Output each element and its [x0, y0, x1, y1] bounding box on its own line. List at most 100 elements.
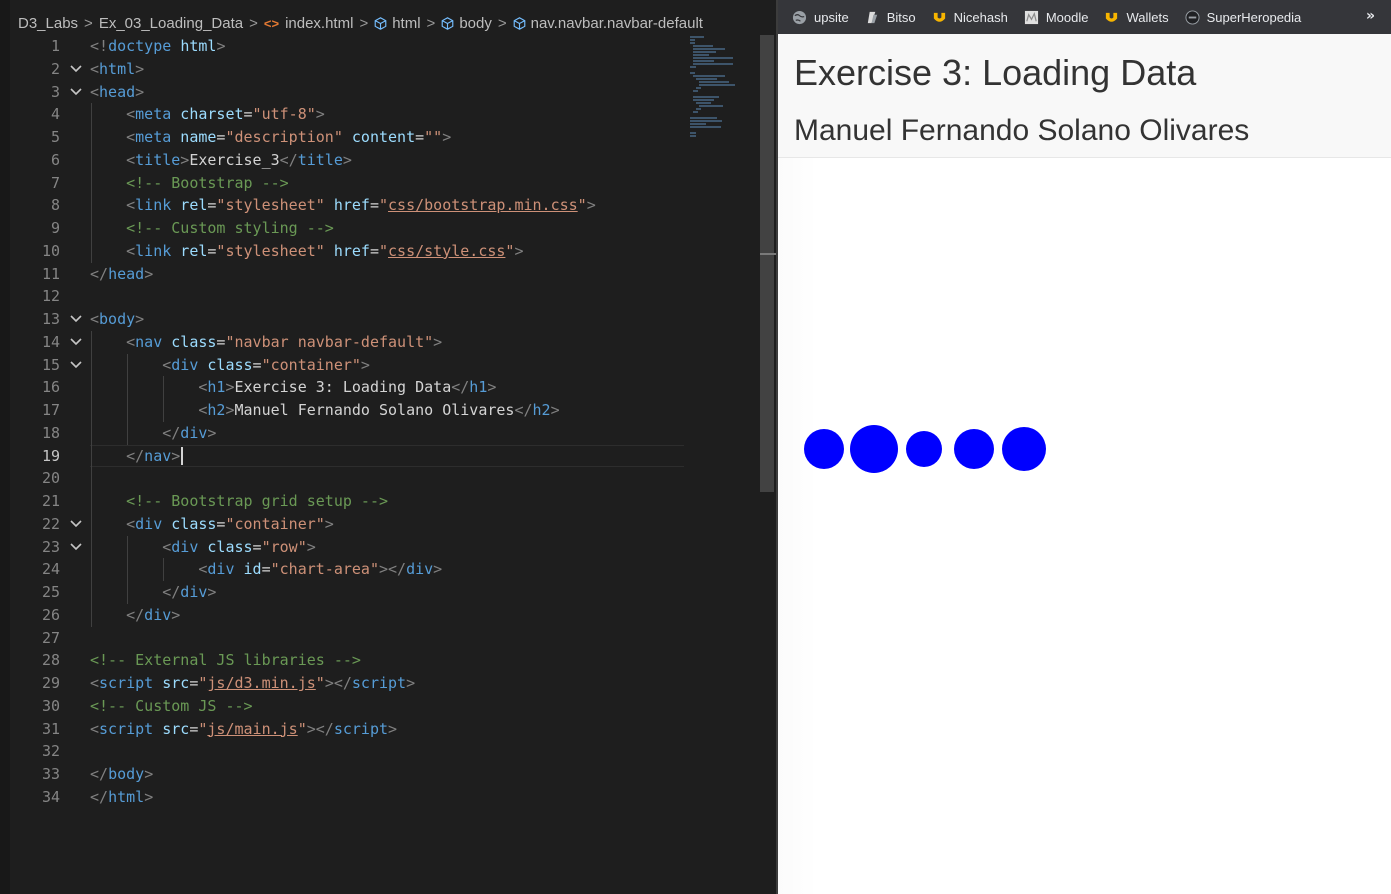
code-token: > — [171, 605, 181, 624]
code-line[interactable]: 32 — [10, 740, 760, 763]
code-line[interactable]: 13 <body> — [10, 308, 760, 331]
breadcrumb-item[interactable]: nav.navbar.navbar-default — [513, 15, 703, 32]
code-line[interactable]: 27 — [10, 627, 760, 650]
bookmark-moodle[interactable]: Moodle — [1024, 10, 1088, 25]
code-line[interactable]: 22 <div class="container"> — [10, 513, 760, 536]
code-line[interactable]: 19 </nav> — [10, 444, 760, 468]
cube-icon — [513, 16, 526, 30]
line-number: 19 — [41, 446, 60, 465]
code-token: title — [135, 150, 181, 169]
code-token: nav — [135, 332, 163, 351]
code-line[interactable]: 25 </div> — [10, 581, 760, 604]
breadcrumb-label: nav.navbar.navbar-default — [530, 14, 703, 32]
code-line[interactable]: 21 <!-- Bootstrap grid setup --> — [10, 490, 760, 513]
code-text: <!-- Bootstrap grid setup --> — [126, 490, 388, 513]
minimap-line — [690, 117, 717, 119]
code-line[interactable]: 6 <title>Exercise_3</title> — [10, 149, 760, 172]
code-area[interactable]: 1 <!doctype html> 2 <html> 3 <head> 4 <meta cha… — [10, 35, 760, 809]
code-line[interactable]: 11 </head> — [10, 263, 760, 286]
bookmark-nicehash[interactable]: Nicehash — [932, 10, 1008, 25]
code-line[interactable]: 33 </body> — [10, 763, 760, 786]
breadcrumb-item[interactable]: html — [374, 15, 421, 32]
editor-scrollbar-thumb[interactable] — [760, 35, 774, 492]
code-line[interactable]: 14 <nav class="navbar navbar-default"> — [10, 331, 760, 354]
code-line[interactable]: 15 <div class="container"> — [10, 354, 760, 377]
indent-guide — [163, 376, 165, 422]
code-line[interactable]: 1 <!doctype html> — [10, 35, 760, 58]
code-line[interactable]: 24 <div id="chart-area"></div> — [10, 558, 760, 581]
bookmark-bitso[interactable]: Bitso — [865, 10, 916, 25]
code-line[interactable]: 2 <html> — [10, 58, 760, 81]
code-token: < — [126, 332, 136, 351]
bookmarks-overflow-button[interactable]: » — [1366, 8, 1375, 24]
code-editor[interactable]: D3_Labs > Ex_03_Loading_Data > <> index.html >… — [0, 0, 776, 894]
code-token: </ — [451, 378, 470, 397]
code-line[interactable]: 4 <meta charset="utf-8"> — [10, 103, 760, 126]
minimap-line — [696, 78, 717, 80]
fold-chevron-icon[interactable] — [68, 308, 84, 332]
code-token: div — [171, 355, 199, 374]
code-text: <div class="row"> — [162, 536, 316, 559]
minimap[interactable] — [690, 36, 740, 137]
code-line[interactable]: 34 </html> — [10, 786, 760, 809]
breadcrumb-item[interactable]: D3_Labs — [18, 15, 78, 32]
fold-chevron-icon[interactable] — [68, 58, 84, 82]
breadcrumb-item[interactable]: body — [441, 15, 492, 32]
code-line[interactable]: 31 <script src="js/main.js"></script> — [10, 718, 760, 741]
bookmark-superheropedia[interactable]: SuperHeropedia — [1185, 10, 1301, 25]
data-circle — [1002, 427, 1046, 471]
line-number: 25 — [41, 583, 60, 601]
code-token: html — [180, 37, 217, 55]
fold-chevron-icon[interactable] — [68, 354, 84, 378]
code-line[interactable]: 29 <script src="js/d3.min.js"></script> — [10, 672, 760, 695]
code-token: href — [333, 241, 370, 260]
code-token: script — [333, 719, 389, 738]
page-heading: Exercise 3: Loading Data — [794, 52, 1197, 93]
code-token: rel — [180, 196, 208, 215]
code-token: js/main.js — [207, 719, 298, 738]
code-text: <script src="js/main.js"></script> — [90, 718, 397, 741]
bookmark-upsite[interactable]: upsite — [792, 10, 849, 25]
code-token: = — [369, 196, 379, 215]
code-line[interactable]: 17 <h2>Manuel Fernando Solano Olivares</h… — [10, 399, 760, 422]
code-line[interactable]: 20 — [10, 467, 760, 490]
code-line[interactable]: 9 <!-- Custom styling --> — [10, 217, 760, 240]
code-line[interactable]: 26 </div> — [10, 604, 760, 627]
code-line[interactable]: 23 <div class="row"> — [10, 536, 760, 559]
code-token: head — [99, 82, 136, 101]
breadcrumb-item[interactable]: <> index.html — [264, 15, 354, 32]
code-line[interactable]: 12 — [10, 285, 760, 308]
line-number: 7 — [50, 173, 60, 192]
code-line[interactable]: 18 </div> — [10, 422, 760, 445]
code-token: "chart-area" — [270, 560, 379, 579]
line-number: 34 — [41, 787, 60, 806]
line-number: 29 — [41, 674, 60, 692]
code-line[interactable]: 10 <link rel="stylesheet" href="css/style… — [10, 240, 760, 263]
code-line[interactable]: 30 <!-- Custom JS --> — [10, 695, 760, 718]
breadcrumb-item[interactable]: Ex_03_Loading_Data — [99, 15, 243, 32]
bookmark-wallets[interactable]: Wallets — [1104, 10, 1169, 25]
code-token: "container" — [261, 355, 361, 374]
code-text: </div> — [162, 422, 216, 445]
fold-chevron-icon[interactable] — [68, 536, 84, 560]
fold-chevron-icon[interactable] — [68, 81, 84, 105]
code-line[interactable]: 7 <!-- Bootstrap --> — [10, 172, 760, 195]
minimap-line — [693, 45, 713, 47]
text-cursor — [181, 447, 184, 465]
line-number: 18 — [41, 423, 60, 442]
code-line[interactable]: 5 <meta name="description" content=""> — [10, 126, 760, 149]
code-line[interactable]: 28 <!-- External JS libraries --> — [10, 649, 760, 672]
code-line[interactable]: 8 <link rel="stylesheet" href="css/bootst… — [10, 194, 760, 217]
fold-chevron-icon[interactable] — [68, 331, 84, 355]
code-token: > — [144, 787, 154, 806]
code-line[interactable]: 16 <h1>Exercise 3: Loading Data</h1> — [10, 376, 760, 399]
bookmarks-bar: upsite Bitso Nicehash Moodle Wallets SuperHer… — [778, 0, 1391, 34]
code-token: meta — [135, 105, 172, 124]
code-line[interactable]: 3 <head> — [10, 81, 760, 104]
code-token: Exercise 3: Loading Data — [234, 378, 452, 397]
breadcrumb-separator: > — [359, 14, 369, 32]
fold-chevron-icon[interactable] — [68, 513, 84, 537]
